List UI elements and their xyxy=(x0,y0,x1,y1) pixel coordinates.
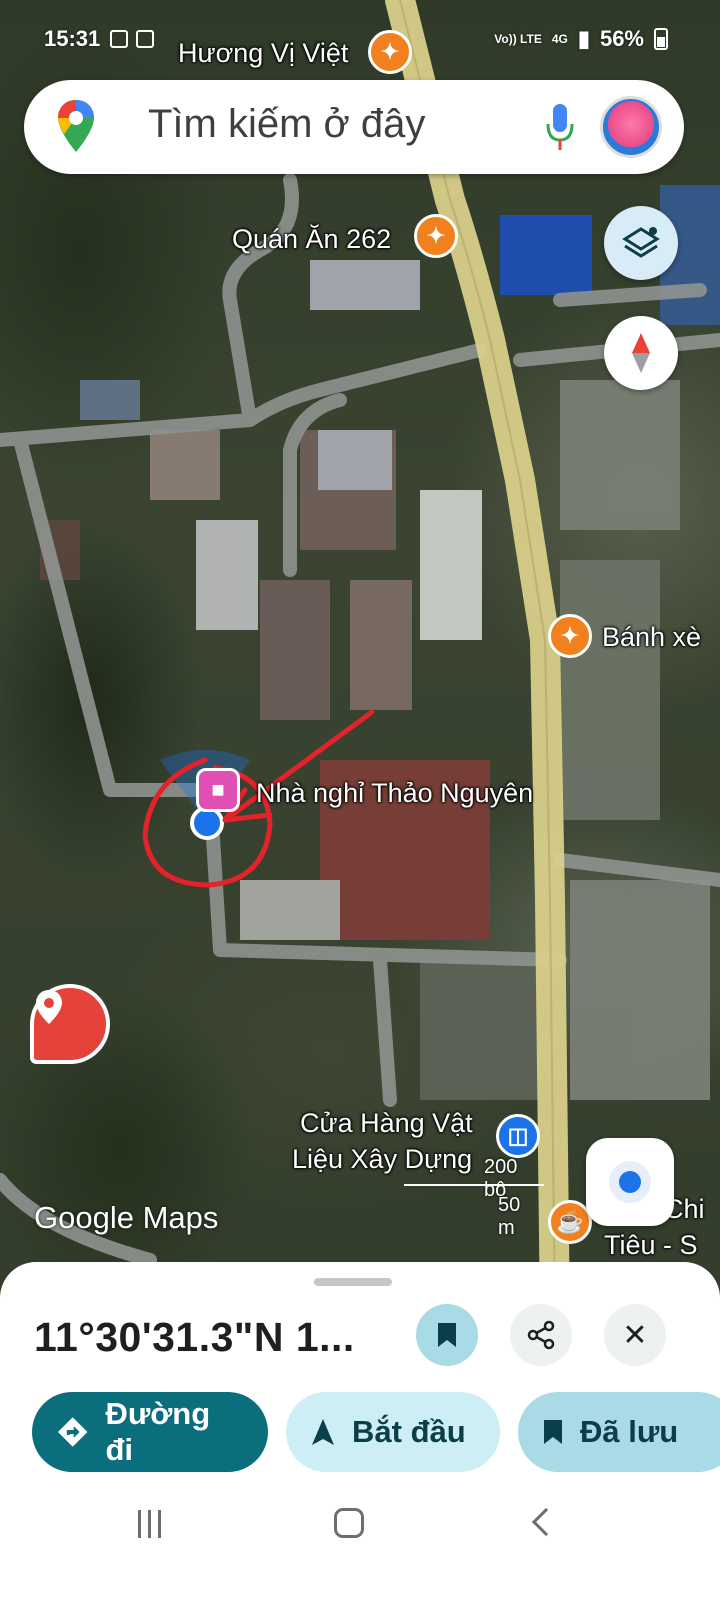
start-button[interactable]: Bắt đầu xyxy=(286,1392,500,1472)
back-button[interactable] xyxy=(531,1507,561,1537)
poi-label-hardware-line1[interactable]: Cửa Hàng Vật xyxy=(300,1108,473,1139)
map-view[interactable]: Hương Vị Việt ✦ Quán Ăn 262 ✦ ✦ Bánh xè … xyxy=(0,0,720,1320)
signal-icon: ▮ xyxy=(577,26,590,51)
scale-bar xyxy=(404,1184,544,1186)
my-location-icon xyxy=(619,1171,641,1193)
gallery-icon xyxy=(110,30,129,48)
volte-indicator: Vo)) LTE xyxy=(494,32,542,46)
poi-label-banh-xeo[interactable]: Bánh xè xyxy=(602,622,701,653)
poi-label-hardware-line2[interactable]: Liệu Xây Dựng xyxy=(292,1144,472,1175)
start-label: Bắt đầu xyxy=(352,1414,466,1449)
home-button[interactable] xyxy=(334,1508,364,1538)
close-icon: ✕ xyxy=(622,1318,648,1352)
directions-icon xyxy=(57,1417,88,1447)
directions-label: Đường đi xyxy=(105,1396,211,1467)
lodging-icon[interactable]: ■ xyxy=(196,768,240,812)
system-nav-bar xyxy=(0,1490,720,1600)
recent-apps-button[interactable] xyxy=(138,1510,168,1538)
bookmark-icon xyxy=(544,1420,562,1444)
shopping-bag-icon[interactable]: ◫ xyxy=(496,1114,540,1158)
search-input[interactable]: Tìm kiếm ở đây xyxy=(148,102,425,147)
avatar[interactable] xyxy=(600,96,662,158)
map-pin-icon[interactable] xyxy=(30,984,110,1064)
search-bar[interactable]: Tìm kiếm ở đây xyxy=(24,80,684,174)
google-maps-logo-icon xyxy=(58,100,94,152)
bookmark-icon xyxy=(438,1323,456,1347)
layers-icon xyxy=(622,227,660,258)
notification-icons xyxy=(110,30,155,48)
directions-button[interactable]: Đường đi xyxy=(32,1392,268,1472)
drag-handle[interactable] xyxy=(314,1278,392,1286)
saved-button[interactable]: Đã lưu xyxy=(518,1392,720,1472)
share-icon xyxy=(527,1320,555,1350)
place-coordinates: 11°30'31.3"N 1... xyxy=(34,1314,355,1360)
my-location-button[interactable] xyxy=(586,1138,674,1226)
battery-icon xyxy=(654,28,668,50)
saved-label: Đã lưu xyxy=(580,1414,679,1449)
poi-label-quan-an-262[interactable]: Quán Ăn 262 xyxy=(232,224,391,255)
mic-icon[interactable] xyxy=(544,102,576,152)
location-dot xyxy=(190,806,224,840)
poi-label-nha-nghi[interactable]: Nhà nghỉ Thảo Nguyên xyxy=(256,778,533,809)
restaurant-icon[interactable]: ✦ xyxy=(414,214,458,258)
navigation-arrow-icon xyxy=(312,1419,334,1445)
layers-button[interactable] xyxy=(604,206,678,280)
checkbox-icon xyxy=(136,30,155,48)
google-maps-attribution: Google Maps xyxy=(34,1200,219,1235)
close-button[interactable]: ✕ xyxy=(604,1304,666,1366)
system-icons: Vo)) LTE 4G ▮ 56% xyxy=(494,26,668,52)
status-time: 15:31 xyxy=(44,26,101,51)
restaurant-icon[interactable]: ✦ xyxy=(548,614,592,658)
battery-level: 56% xyxy=(599,26,644,51)
scale-meters: 50 m xyxy=(498,1194,521,1239)
status-bar: 15:31 Vo)) LTE 4G ▮ 56% xyxy=(44,22,668,56)
compass-button[interactable] xyxy=(604,316,678,390)
compass-icon xyxy=(632,333,650,373)
pin-glyph xyxy=(36,990,62,1024)
save-place-button[interactable] xyxy=(416,1304,478,1366)
share-button[interactable] xyxy=(510,1304,572,1366)
network-type: 4G xyxy=(551,32,568,46)
poi-label-cafe-line2[interactable]: Tiêu - S xyxy=(604,1230,698,1261)
